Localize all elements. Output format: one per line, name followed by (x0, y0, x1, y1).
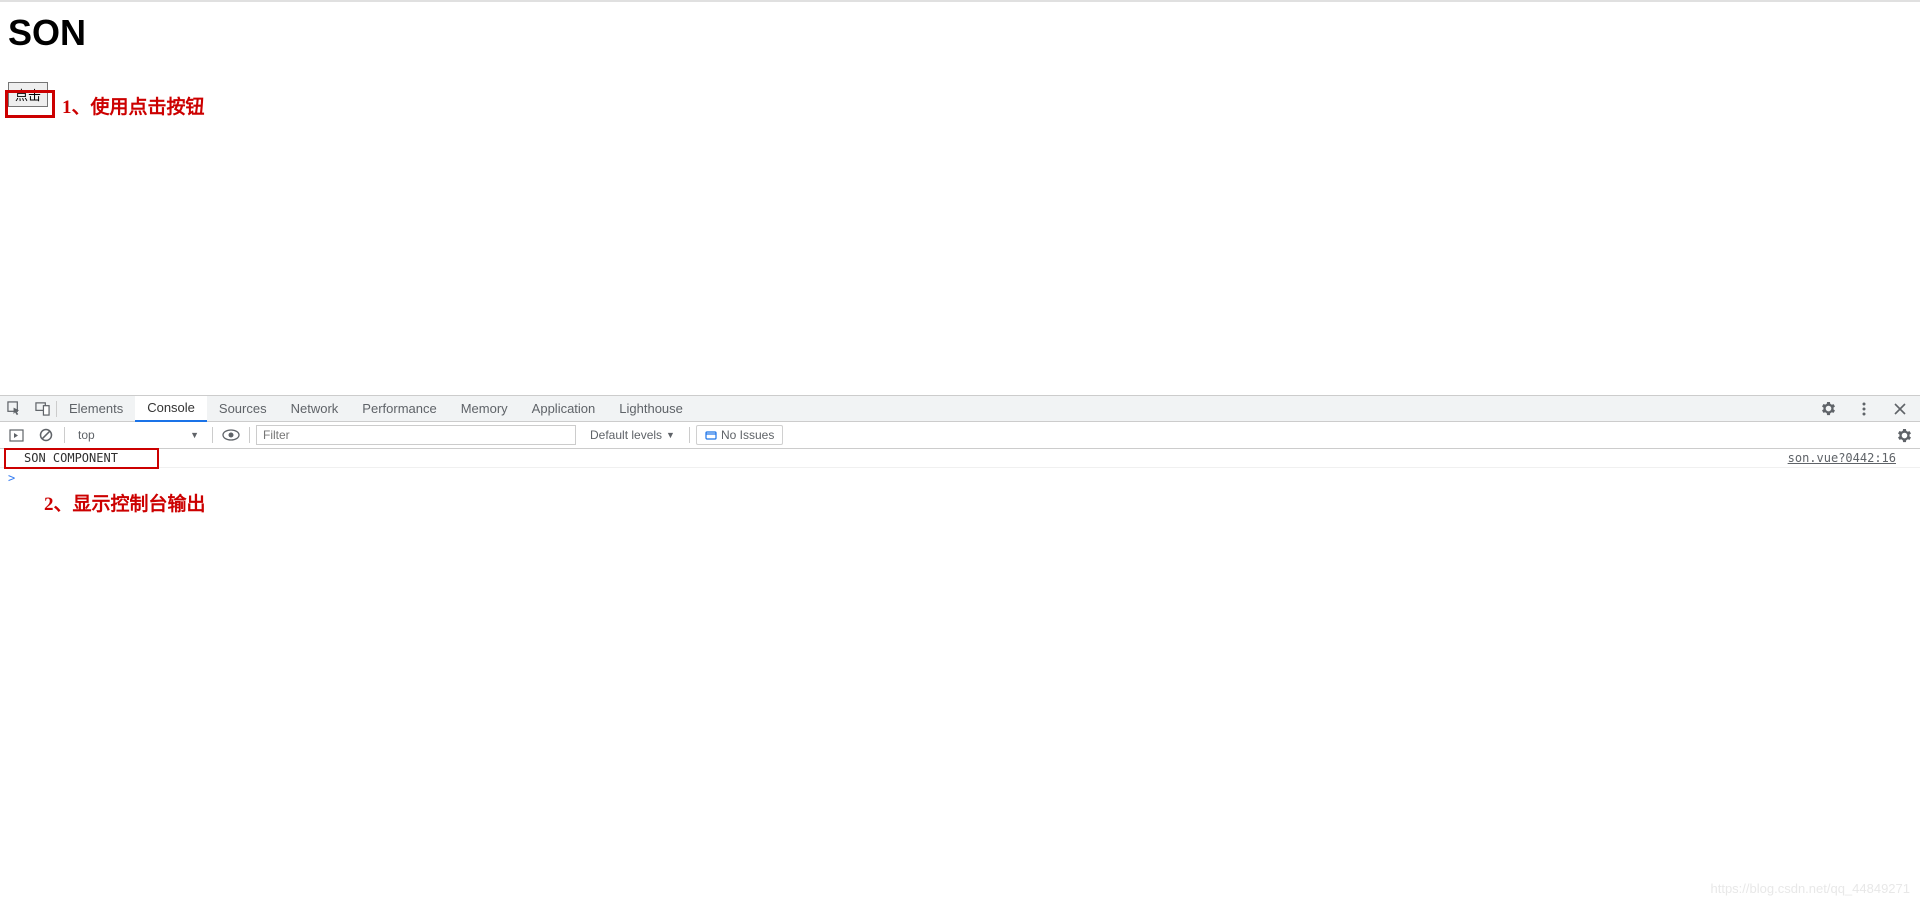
inspect-element-icon[interactable] (0, 396, 28, 422)
tab-network[interactable]: Network (279, 396, 351, 422)
tab-memory[interactable]: Memory (449, 396, 520, 422)
divider (689, 427, 690, 443)
console-toolbar: top ▼ Default levels ▼ No Issues (0, 422, 1920, 449)
log-source-link[interactable]: son.vue?0442:16 (1788, 451, 1920, 465)
page-content: SON 点击 1、使用点击按钮 (0, 0, 1920, 395)
divider (249, 427, 250, 443)
gear-icon[interactable] (1814, 396, 1842, 422)
tab-sources[interactable]: Sources (207, 396, 279, 422)
console-output: SON COMPONENT son.vue?0442:16 > 2、显示控制台输… (0, 449, 1920, 487)
tab-application[interactable]: Application (520, 396, 608, 422)
tabs-right-controls (1814, 396, 1920, 422)
no-issues-label: No Issues (721, 428, 774, 442)
tab-lighthouse[interactable]: Lighthouse (607, 396, 695, 422)
console-log-row: SON COMPONENT son.vue?0442:16 (0, 449, 1920, 468)
divider (64, 427, 65, 443)
console-settings-icon[interactable] (1892, 423, 1916, 447)
execution-context-select[interactable]: top ▼ (71, 425, 206, 445)
close-icon[interactable] (1886, 396, 1914, 422)
toolbar-right (1892, 423, 1916, 447)
prompt-symbol: > (8, 471, 15, 485)
chevron-down-icon: ▼ (190, 430, 199, 440)
tab-console[interactable]: Console (135, 396, 207, 422)
devtools-panel: Elements Console Sources Network Perform… (0, 395, 1920, 904)
devtools-tabs-bar: Elements Console Sources Network Perform… (0, 395, 1920, 422)
chevron-down-icon: ▼ (666, 430, 675, 440)
tab-elements[interactable]: Elements (57, 396, 135, 422)
context-label: top (78, 428, 95, 442)
watermark: https://blog.csdn.net/qq_44849271 (1711, 881, 1911, 896)
log-message: SON COMPONENT (0, 451, 118, 465)
no-issues-button[interactable]: No Issues (696, 425, 783, 445)
console-prompt[interactable]: > (0, 468, 1920, 487)
filter-input[interactable] (256, 425, 576, 445)
device-toolbar-icon[interactable] (28, 396, 56, 422)
click-button[interactable]: 点击 (8, 82, 48, 107)
page-title: SON (8, 12, 1912, 54)
tab-performance[interactable]: Performance (350, 396, 448, 422)
annotation-text-2: 2、显示控制台输出 (44, 489, 206, 516)
live-expression-icon[interactable] (219, 423, 243, 447)
toggle-sidebar-icon[interactable] (4, 423, 28, 447)
more-menu-icon[interactable] (1850, 396, 1878, 422)
annotation-text-1: 1、使用点击按钮 (62, 92, 205, 119)
divider (212, 427, 213, 443)
levels-label: Default levels (590, 428, 662, 442)
issues-icon (705, 429, 717, 441)
log-levels-select[interactable]: Default levels ▼ (582, 425, 683, 445)
clear-console-icon[interactable] (34, 423, 58, 447)
